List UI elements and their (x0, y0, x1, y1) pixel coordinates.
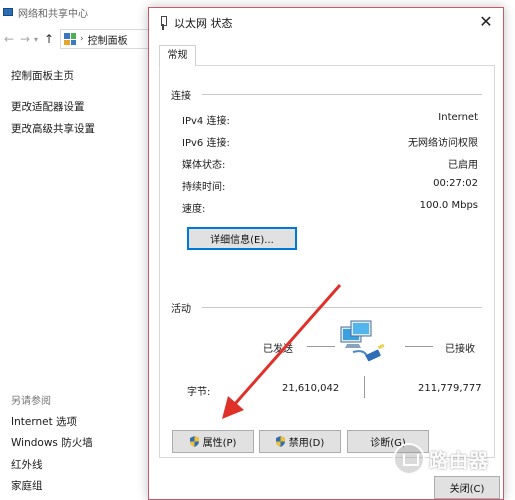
dialog-titlebar[interactable]: 以太网 状态 ✕ (149, 8, 503, 38)
bytes-sent-value: 21,610,042 (282, 383, 340, 394)
bg-window-title: 网络和共享中心 (18, 8, 88, 20)
received-label: 已接收 (445, 344, 475, 355)
ipv4-label: IPv4 连接: (182, 116, 230, 127)
bytes-received-value: 211,779,777 (418, 383, 482, 394)
details-button[interactable]: 详细信息(E)... (187, 227, 297, 250)
sidebar-link-windows-firewall[interactable]: Windows 防火墙 (11, 435, 93, 450)
duration-value: 00:27:02 (433, 178, 478, 189)
ipv6-value: 无网络访问权限 (408, 138, 478, 149)
sidebar-link-internet-options[interactable]: Internet 选项 (11, 414, 77, 429)
ethernet-status-dialog: 以太网 状态 ✕ 常规 连接 IPv4 连接: Internet IPv6 连接… (148, 7, 504, 500)
navigation-bar: ← → ▾ ↑ › 控制面板 (0, 28, 160, 50)
sent-label: 已发送 (263, 344, 293, 355)
forward-arrow-icon[interactable]: → (18, 32, 32, 46)
properties-button-label: 属性(P) (202, 438, 237, 449)
breadcrumb-chevron-icon[interactable]: › (80, 34, 84, 44)
sidebar-link-change-advanced-sharing[interactable]: 更改高级共享设置 (11, 121, 95, 136)
connection-group-divider (202, 94, 482, 95)
duration-label: 持续时间: (182, 182, 226, 193)
see-also-heading: 另请参阅 (11, 396, 51, 407)
ipv6-label: IPv6 连接: (182, 138, 230, 149)
bytes-divider (364, 376, 365, 398)
watermark-logo: 路由器 (393, 440, 513, 478)
properties-button[interactable]: 属性(P) (172, 430, 254, 453)
media-state-value: 已启用 (448, 160, 478, 171)
ipv4-value: Internet (438, 112, 478, 123)
tab-general[interactable]: 常规 (159, 45, 196, 66)
sidebar-link-change-adapter-settings[interactable]: 更改适配器设置 (11, 99, 85, 114)
received-connector-line (405, 346, 433, 347)
ethernet-plug-icon (158, 16, 168, 30)
bg-titlebar: 网络和共享中心 (0, 0, 160, 24)
uac-shield-icon (189, 436, 199, 447)
sidebar-link-control-panel-home[interactable]: 控制面板主页 (11, 68, 74, 83)
close-button[interactable]: 关闭(C) (434, 476, 500, 499)
disable-button[interactable]: 禁用(D) (259, 430, 341, 453)
network-activity-icon (340, 320, 385, 362)
activity-group-heading: 活动 (171, 304, 191, 315)
bytes-label: 字节: (187, 387, 211, 398)
address-bar[interactable]: › 控制面板 (60, 29, 160, 49)
close-icon[interactable]: ✕ (475, 12, 497, 32)
uac-shield-icon (275, 436, 285, 447)
general-tab-panel: 连接 IPv4 连接: Internet IPv6 连接: 无网络访问权限 媒体… (159, 65, 495, 458)
router-logo-icon (393, 443, 425, 475)
sent-connector-line (307, 346, 335, 347)
media-state-label: 媒体状态: (182, 160, 226, 171)
breadcrumb-control-panel[interactable]: 控制面板 (88, 32, 128, 47)
activity-group-divider (202, 307, 482, 308)
up-arrow-icon[interactable]: ↑ (42, 32, 56, 46)
watermark-text: 路由器 (429, 449, 490, 472)
dialog-title: 以太网 状态 (174, 17, 233, 30)
speed-value: 100.0 Mbps (419, 200, 478, 211)
control-panel-icon (64, 33, 77, 45)
speed-label: 速度: (182, 204, 206, 215)
back-arrow-icon[interactable]: ← (2, 32, 16, 46)
network-icon (3, 8, 13, 16)
disable-button-label: 禁用(D) (288, 438, 325, 449)
sidebar-link-homegroup[interactable]: 家庭组 (11, 478, 43, 493)
recent-pages-chevron-icon[interactable]: ▾ (34, 35, 38, 44)
connection-group-heading: 连接 (171, 91, 191, 102)
sidebar-link-infrared[interactable]: 红外线 (11, 457, 43, 472)
